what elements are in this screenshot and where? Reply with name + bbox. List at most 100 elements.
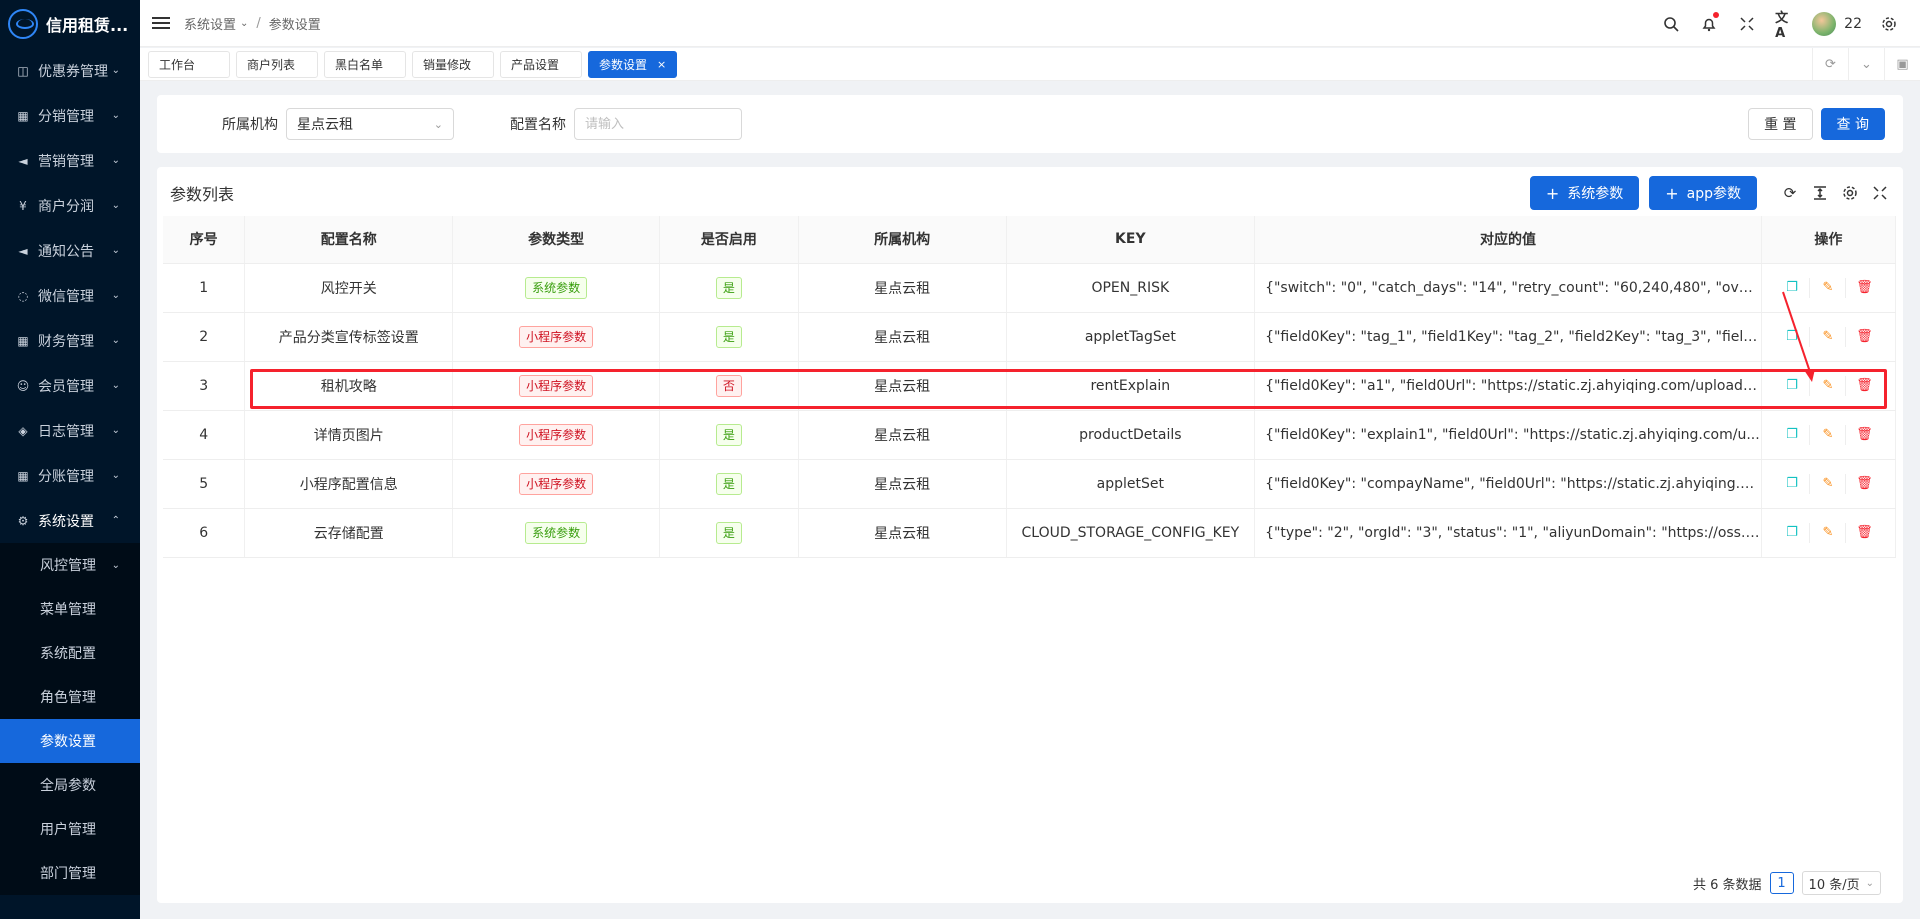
sidebar-item[interactable]: ◌ 微信管理 ⌄ [0, 273, 140, 318]
translate-icon[interactable]: 文A [1775, 11, 1795, 41]
tab[interactable]: 参数设置 × [588, 50, 678, 78]
copy-icon[interactable]: ❐ [1774, 326, 1811, 347]
sidebar-item[interactable]: ▦ 财务管理 ⌄ [0, 318, 140, 363]
sidebar-subitem[interactable]: 用户管理 [0, 807, 140, 851]
sidebar-item[interactable]: ⚙ 系统设置 ⌃ [0, 498, 140, 543]
tab[interactable]: 黑白名单 [324, 50, 406, 78]
sidebar-subitem[interactable]: 全局参数 [0, 763, 140, 807]
chevron-down-icon: ⌄ [1865, 877, 1874, 889]
breadcrumb-item: 参数设置 [268, 17, 321, 33]
sidebar-item[interactable]: ◫ 优惠券管理 ⌄ [0, 48, 140, 93]
pagination-total: 共 6 条数据 [1693, 877, 1762, 893]
sidebar-item[interactable]: ◄ 营销管理 ⌄ [0, 138, 140, 183]
cell-name: 租机攻略 [244, 361, 454, 411]
org-label: 所属机构 [222, 117, 278, 133]
tab[interactable]: 工作台 [148, 50, 230, 78]
type-tag: 系统参数 [525, 276, 588, 299]
maximize-icon[interactable]: ▣ [1884, 48, 1920, 80]
copy-icon[interactable]: ❐ [1774, 473, 1811, 494]
tab-label: 商户列表 [247, 57, 296, 72]
sidebar-subitem[interactable]: 参数设置 [0, 719, 140, 763]
config-name-input[interactable] [574, 108, 742, 140]
menu-toggle-icon[interactable] [152, 14, 170, 32]
app-logo[interactable]: 信用租赁... [0, 0, 140, 48]
close-icon[interactable]: × [657, 58, 666, 71]
sidebar-item-label: 分销管理 [38, 108, 94, 125]
delete-icon[interactable]: 🗑 [1846, 474, 1882, 494]
chevron-down-icon: ⌄ [111, 559, 120, 571]
copy-icon[interactable]: ❐ [1774, 277, 1811, 298]
cell-key: OPEN_RISK [1006, 263, 1256, 313]
table-row: 5 小程序配置信息 小程序参数 是 星点云租 appletSet {"field0Key":… [163, 459, 1897, 509]
delete-icon[interactable]: 🗑 [1846, 278, 1882, 298]
tab-label: 参数设置 [599, 57, 648, 72]
tab[interactable]: 商户列表 [236, 50, 318, 78]
sidebar-item[interactable]: ◈ 日志管理 ⌄ [0, 408, 140, 453]
type-tag: 小程序参数 [519, 423, 594, 446]
settings-icon[interactable] [1841, 184, 1859, 202]
tab[interactable]: 销量修改 [412, 50, 494, 78]
reset-button[interactable]: 重 置 [1748, 108, 1813, 140]
column-header: 对应的值 [1254, 216, 1762, 264]
avatar[interactable] [1812, 11, 1837, 36]
fullscreen-icon[interactable] [1737, 14, 1757, 34]
sidebar-subitem[interactable]: 角色管理 [0, 675, 140, 719]
copy-icon[interactable]: ❐ [1774, 375, 1811, 396]
page-1-button[interactable]: 1 [1769, 872, 1794, 894]
tab-label: 销量修改 [423, 57, 472, 72]
delete-icon[interactable]: 🗑 [1846, 327, 1882, 347]
add-app-param-button[interactable]: + app参数 [1649, 176, 1757, 210]
sidebar-item-label: 会员管理 [38, 378, 94, 395]
column-height-icon[interactable] [1811, 184, 1829, 202]
cell-value: {"type": "2", "orgId": "3", "status": "1… [1254, 508, 1762, 558]
app-title: 信用租赁... [46, 16, 129, 35]
tab-label: 工作台 [159, 57, 196, 72]
query-button[interactable]: 查 询 [1820, 108, 1885, 140]
cell-org: 星点云租 [798, 459, 1007, 509]
sidebar-subitem[interactable]: 菜单管理 [0, 587, 140, 631]
cell-name: 风控开关 [244, 263, 454, 313]
delete-icon[interactable]: 🗑 [1846, 523, 1882, 543]
chevron-down-icon: ⌄ [240, 17, 249, 29]
search-icon[interactable] [1661, 14, 1681, 34]
tab[interactable]: 产品设置 [500, 50, 582, 78]
breadcrumb-item[interactable]: 系统设置 [184, 14, 236, 33]
chevron-down-icon[interactable]: ⌄ [1848, 48, 1884, 80]
tab-label: 产品设置 [511, 57, 560, 72]
refresh-icon[interactable]: ⟳ [1812, 48, 1848, 80]
sidebar-item[interactable]: ¥ 商户分润 ⌄ [0, 183, 140, 228]
delete-icon[interactable]: 🗑 [1846, 425, 1882, 445]
type-tag: 系统参数 [525, 521, 588, 544]
delete-icon[interactable]: 🗑 [1846, 376, 1882, 396]
sidebar-item[interactable]: ◄ 通知公告 ⌄ [0, 228, 140, 273]
copy-icon[interactable]: ❐ [1774, 522, 1811, 543]
sidebar-subitem[interactable]: 风控管理 ⌄ [0, 543, 140, 587]
chevron-down-icon: ⌄ [111, 335, 120, 346]
edit-icon[interactable]: ✎ [1810, 277, 1847, 298]
logo-icon [8, 9, 38, 39]
bell-icon[interactable] [1699, 11, 1720, 34]
edit-icon[interactable]: ✎ [1810, 522, 1847, 543]
sidebar-subitem[interactable]: 部门管理 [0, 851, 140, 895]
edit-icon[interactable]: ✎ [1810, 424, 1847, 445]
sidebar-item-label: 系统设置 [38, 513, 94, 530]
sidebar-subitem[interactable]: 系统配置 [0, 631, 140, 675]
fullscreen-icon[interactable] [1871, 184, 1889, 202]
copy-icon[interactable]: ❐ [1774, 424, 1811, 445]
finance-icon: ▦ [17, 333, 29, 348]
sidebar-item[interactable]: ☺ 会员管理 ⌄ [0, 363, 140, 408]
sidebar-item[interactable]: ▦ 分销管理 ⌄ [0, 93, 140, 138]
sidebar-item[interactable]: ▦ 分账管理 ⌄ [0, 453, 140, 498]
tab-label: 黑白名单 [335, 57, 384, 72]
refresh-icon[interactable]: ⟳ [1781, 184, 1799, 202]
add-system-param-button[interactable]: + 系统参数 [1529, 176, 1640, 210]
edit-icon[interactable]: ✎ [1810, 473, 1847, 494]
edit-icon[interactable]: ✎ [1810, 375, 1847, 396]
gear-icon[interactable] [1879, 14, 1899, 34]
enabled-tag: 是 [715, 423, 742, 446]
page-size-select[interactable]: 10 条/页 ⌄ [1801, 871, 1881, 895]
cell-value: {"field0Key": "tag_1", "field1Key": "tag… [1254, 312, 1762, 362]
edit-icon[interactable]: ✎ [1810, 326, 1847, 347]
org-select[interactable]: 星点云租 ⌄ [286, 108, 454, 140]
user-name[interactable]: 22 [1844, 16, 1862, 32]
